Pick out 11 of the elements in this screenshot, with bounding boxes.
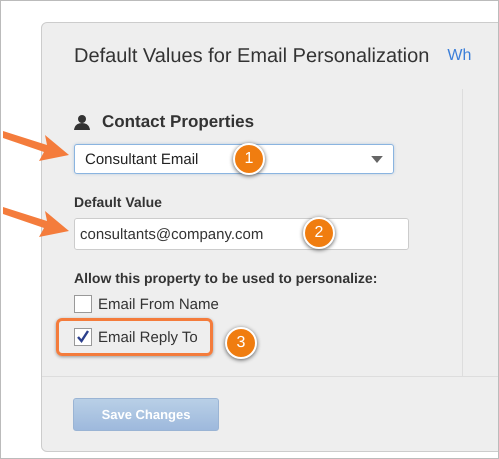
- options-label: Allow this property to be used to personalize:: [74, 270, 378, 286]
- field-label: Default Value: [74, 194, 163, 210]
- person-icon: [74, 114, 90, 130]
- checkbox[interactable]: [74, 295, 92, 313]
- caret-icon: [371, 156, 383, 162]
- help-link[interactable]: Wh: [447, 47, 472, 65]
- section-heading: Contact Properties: [102, 112, 254, 132]
- checkbox-label: Email From Name: [98, 296, 219, 312]
- panel-title: Default Values for Email Personalization: [74, 44, 430, 68]
- checkbox-label: Email Reply To: [98, 328, 198, 346]
- checkbox[interactable]: [74, 328, 92, 346]
